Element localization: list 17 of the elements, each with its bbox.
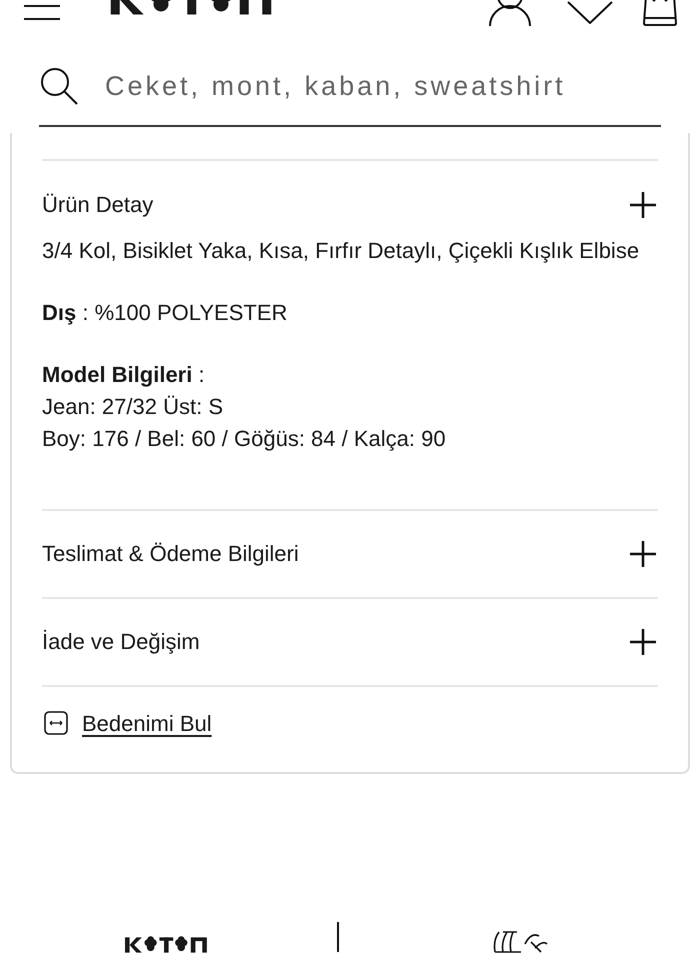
plus-icon[interactable] — [628, 626, 658, 656]
search-field[interactable]: Ceket, mont, kaban, sweatshirt — [105, 66, 661, 106]
brand-logo-icon[interactable] — [490, 930, 548, 954]
section-title[interactable]: Teslimat & Ödeme Bilgileri — [42, 537, 299, 570]
bag-icon[interactable] — [642, 0, 678, 26]
ruler-icon — [44, 711, 68, 735]
section-title[interactable]: İade ve Değişim — [42, 625, 200, 658]
detail-text: Boy: 176 / Bel: 60 / Göğüs: 84 / Kalça: 90 — [42, 424, 447, 453]
detail-text: Model Bilgileri : — [42, 360, 206, 389]
size-finder-link[interactable]: Bedenimi Bul — [82, 706, 212, 740]
detail-text: 3/4 Kol, Bisiklet Yaka, Kısa, Fırfır Detaylı, Çiçekli Kışlık Elbise — [42, 236, 640, 265]
section-title[interactable]: Ürün Detay — [42, 188, 154, 221]
plus-icon[interactable] — [628, 190, 658, 220]
plus-icon[interactable] — [628, 538, 658, 568]
detail-text: Jean: 27/32 Üst: S — [42, 392, 224, 420]
search-icon[interactable] — [39, 66, 79, 106]
detail-text: Dış : %100 POLYESTER — [42, 298, 288, 327]
